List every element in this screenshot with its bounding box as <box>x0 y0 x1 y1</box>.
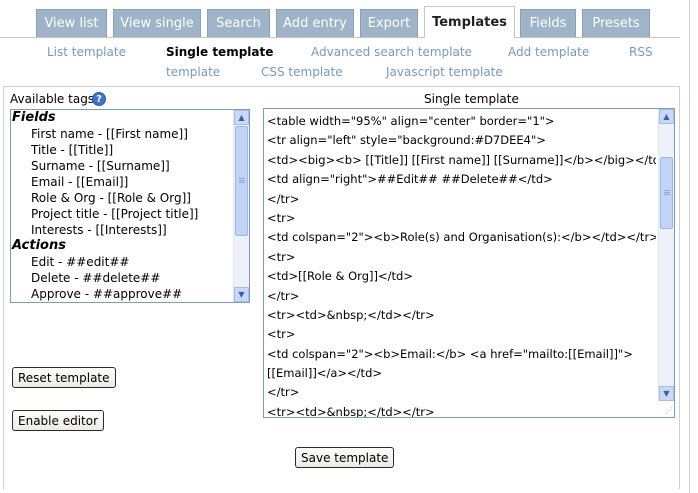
scroll-thumb[interactable] <box>235 126 248 236</box>
tab-search[interactable]: Search <box>207 9 270 37</box>
code-line: [[Email]]</a></td> <box>267 366 382 381</box>
code-line: <td align="right">##Edit## ##Delete##</t… <box>267 172 553 187</box>
tags-scrollbar[interactable]: ▲ ▼ <box>233 110 249 302</box>
scroll-thumb[interactable] <box>660 157 673 229</box>
scroll-down-icon[interactable]: ▼ <box>659 386 674 401</box>
editor-title: Single template <box>424 92 519 106</box>
scroll-up-icon[interactable]: ▲ <box>234 110 249 125</box>
help-icon[interactable]: ? <box>92 92 106 106</box>
tag-item-delete[interactable]: Delete - ##delete## <box>11 270 233 286</box>
template-textarea[interactable]: <table width="95%" align="center" border… <box>263 108 675 418</box>
tag-item-surname[interactable]: Surname - [[Surname]] <box>11 158 233 174</box>
available-tags-label: Available tags <box>10 92 95 106</box>
code-line: <td><big><b> [[Title]] [[First name]] [[… <box>267 152 656 167</box>
code-line: </tr> <box>267 385 300 400</box>
code-line: <tr> <box>267 327 296 342</box>
code-line: <tr> <box>267 210 296 225</box>
code-line: <table width="95%" align="center" border… <box>267 114 555 128</box>
tab-divider <box>0 37 680 38</box>
tag-item-email[interactable]: Email - [[Email]] <box>11 174 233 190</box>
tag-item-title[interactable]: Title - [[Title]] <box>11 142 233 158</box>
code-line: <tr align="left" style="background:#D7DE… <box>267 133 546 148</box>
tab-view-single[interactable]: View single <box>113 9 201 37</box>
code-line: <td>[[Role & Org]]</td> <box>267 269 413 284</box>
scroll-up-icon[interactable]: ▲ <box>659 109 674 124</box>
link-list-template[interactable]: List template <box>47 45 126 59</box>
code-line: <td colspan="2"><b>Email:</b> <a href="m… <box>267 346 633 361</box>
tag-item-first-name[interactable]: First name - [[First name]] <box>11 126 233 142</box>
tab-fields[interactable]: Fields <box>520 9 576 37</box>
link-rss-template[interactable]: RSS <box>629 45 653 59</box>
tab-view-list[interactable]: View list <box>36 9 107 37</box>
code-line: <tr> <box>267 249 296 264</box>
tab-templates[interactable]: Templates <box>424 6 515 38</box>
tag-group-fields: Fields <box>12 110 56 125</box>
tab-bar: View list View single Search Add entry E… <box>0 0 698 38</box>
code-line: </tr> <box>267 191 300 206</box>
tag-item-role-org[interactable]: Role & Org - [[Role & Org]] <box>11 190 233 206</box>
tag-item-project-title[interactable]: Project title - [[Project title]] <box>11 206 233 222</box>
link-single-template: Single template <box>166 45 274 59</box>
reset-template-button[interactable]: Reset template <box>12 367 116 388</box>
code-line: <td colspan="2"><b>Role(s) and Organisat… <box>267 230 656 245</box>
scroll-down-icon[interactable]: ▼ <box>234 287 249 302</box>
resize-grip-icon[interactable]: ⋰ <box>661 406 673 416</box>
code-line: <tr><td>&nbsp;</td></tr> <box>267 404 435 418</box>
available-tags-list[interactable]: Fields First name - [[First name]] Title… <box>10 109 250 303</box>
page-border <box>689 0 690 493</box>
enable-editor-button[interactable]: Enable editor <box>12 410 105 431</box>
editor-scrollbar[interactable]: ▲ ▼ <box>658 109 674 401</box>
link-javascript-template[interactable]: Javascript template <box>386 65 503 79</box>
link-css-template[interactable]: CSS template <box>261 65 343 79</box>
code-line: <tr><td>&nbsp;</td></tr> <box>267 307 435 322</box>
link-rss-template-cont[interactable]: template <box>166 65 220 79</box>
link-add-template[interactable]: Add template <box>508 45 589 59</box>
tab-presets[interactable]: Presets <box>582 9 650 37</box>
tag-item-edit[interactable]: Edit - ##edit## <box>11 254 233 270</box>
tag-group-actions: Actions <box>12 238 66 253</box>
save-template-button[interactable]: Save template <box>295 447 395 468</box>
link-advanced-search-template[interactable]: Advanced search template <box>311 45 472 59</box>
code-line: </tr> <box>267 288 300 303</box>
tab-export[interactable]: Export <box>360 9 418 37</box>
tag-item-interests[interactable]: Interests - [[Interests]] <box>11 222 233 238</box>
tab-add-entry[interactable]: Add entry <box>276 9 354 37</box>
tag-item-approve[interactable]: Approve - ##approve## <box>11 286 233 302</box>
